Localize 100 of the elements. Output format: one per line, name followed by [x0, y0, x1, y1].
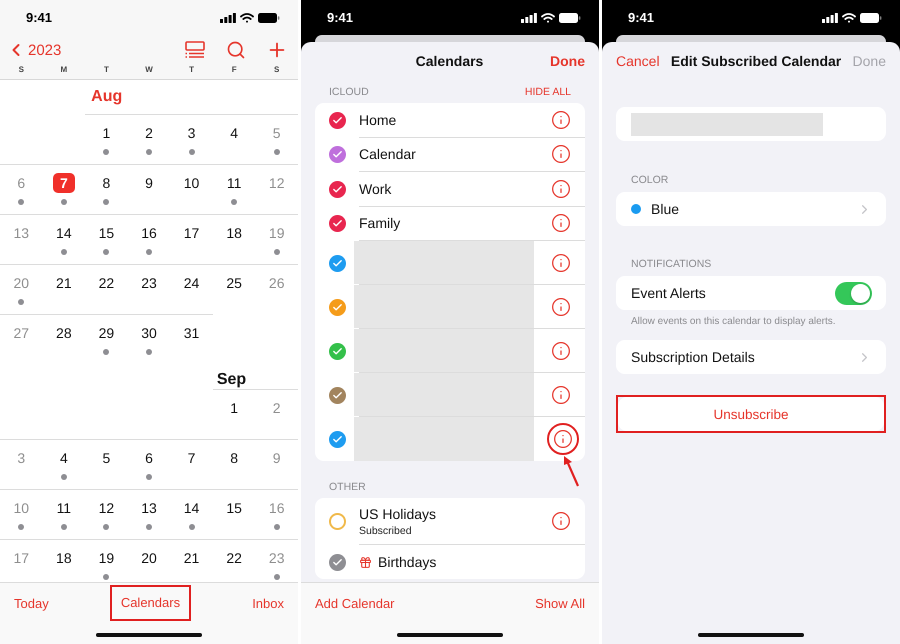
calendar-checkbox[interactable]: [328, 180, 346, 198]
day-number[interactable]: 11: [52, 498, 75, 518]
calendar-name: Home: [359, 112, 396, 128]
toolbar-button[interactable]: Inbox: [252, 596, 284, 610]
day-number[interactable]: 1: [223, 398, 246, 418]
check-icon: [332, 218, 342, 230]
status-time: 9:41: [26, 10, 52, 25]
day-number[interactable]: 22: [95, 273, 118, 293]
calendar-name: Work: [359, 180, 392, 197]
day-number[interactable]: 21: [52, 273, 75, 293]
battery-icon: [258, 12, 280, 22]
day-number[interactable]: 20: [138, 548, 160, 568]
signal-icon: [822, 12, 838, 22]
calendar-name: Birthdays: [378, 554, 436, 570]
day-number[interactable]: 6: [138, 448, 160, 468]
day-number[interactable]: 28: [52, 323, 75, 343]
calendar-checkbox[interactable]: [328, 342, 346, 360]
calendar-checkbox[interactable]: [328, 215, 346, 232]
day-number[interactable]: 21: [180, 548, 203, 568]
list-view-icon[interactable]: [184, 41, 206, 59]
day-number[interactable]: 15: [95, 223, 118, 243]
back-link[interactable]: 2023: [6, 40, 62, 60]
info-icon[interactable]: [551, 296, 571, 316]
calendar-subtitle: Subscribed: [359, 524, 413, 536]
day-number[interactable]: 19: [95, 548, 118, 568]
day-number[interactable]: 5: [95, 448, 118, 468]
calendar-checkbox[interactable]: [328, 298, 346, 316]
calendar-checkbox[interactable]: [328, 112, 346, 129]
day-number[interactable]: 24: [180, 273, 203, 293]
footer-button[interactable]: Show All: [535, 596, 585, 610]
gift-icon: [359, 556, 372, 568]
day-number[interactable]: 18: [223, 223, 246, 243]
day-number[interactable]: 23: [138, 273, 160, 293]
calendar-checkbox[interactable]: [328, 430, 346, 448]
hide-all-button[interactable]: HIDE ALL: [524, 86, 571, 98]
section-header: NOTIFICATIONS: [630, 258, 712, 270]
day-number[interactable]: 14: [52, 223, 75, 243]
battery-icon: [860, 12, 882, 22]
info-icon[interactable]: [551, 213, 571, 234]
info-icon[interactable]: [551, 178, 571, 199]
day-number[interactable]: 29: [95, 323, 118, 343]
info-icon[interactable]: [551, 144, 571, 164]
day-number[interactable]: 14: [180, 498, 203, 518]
check-icon: [332, 434, 342, 444]
day-number[interactable]: 15: [223, 498, 246, 518]
battery-icon: [559, 12, 581, 22]
day-number[interactable]: 18: [52, 548, 75, 568]
search-icon[interactable]: [226, 40, 246, 60]
day-number[interactable]: 8: [95, 173, 118, 193]
section-header: ICLOUD: [329, 86, 369, 98]
check-icon: [332, 258, 342, 268]
weekday-label: T: [189, 65, 194, 76]
day-number[interactable]: 31: [180, 323, 203, 343]
info-icon[interactable]: [551, 384, 571, 404]
day-number[interactable]: 11: [223, 173, 246, 193]
calendar-checkbox[interactable]: [328, 513, 346, 530]
footer-button[interactable]: Add Calendar: [315, 596, 394, 610]
check-icon: [332, 149, 342, 160]
day-number[interactable]: 30: [138, 323, 160, 343]
day-number[interactable]: 3: [180, 123, 203, 143]
calendar-checkbox[interactable]: [328, 554, 346, 570]
unsubscribe-button[interactable]: Unsubscribe: [618, 397, 884, 431]
cancel-button[interactable]: Cancel: [616, 53, 660, 69]
day-number[interactable]: 13: [138, 498, 160, 518]
day-number[interactable]: 7: [180, 448, 203, 468]
day-number[interactable]: 22: [223, 548, 246, 568]
calendar-checkbox[interactable]: [328, 254, 346, 272]
calendar-checkbox[interactable]: [328, 146, 346, 164]
day-number[interactable]: 1: [95, 123, 118, 143]
day-number[interactable]: 7: [52, 173, 75, 193]
wifi-icon: [842, 12, 856, 22]
weekday-label: T: [104, 65, 109, 76]
done-button[interactable]: Done: [550, 53, 585, 69]
day-number[interactable]: 8: [223, 448, 246, 468]
info-icon[interactable]: [553, 429, 573, 449]
check-icon: [332, 302, 342, 312]
info-icon[interactable]: [551, 511, 571, 531]
toolbar-button[interactable]: Today: [14, 596, 49, 610]
info-icon[interactable]: [551, 252, 571, 272]
day-number[interactable]: 16: [138, 223, 160, 243]
toolbar-button[interactable]: Calendars: [120, 595, 180, 610]
day-number[interactable]: 12: [95, 498, 118, 518]
section-header: COLOR: [630, 174, 670, 186]
day-number[interactable]: 17: [180, 223, 203, 243]
weekday-label: S: [18, 65, 24, 76]
color-row[interactable]: Blue: [616, 192, 886, 226]
calendar-checkbox[interactable]: [328, 386, 346, 404]
info-icon[interactable]: [551, 110, 571, 130]
day-number[interactable]: 25: [223, 273, 246, 293]
subscription-details-row[interactable]: Subscription Details: [616, 340, 886, 374]
event-alerts-toggle[interactable]: [835, 282, 872, 304]
day-number[interactable]: 10: [180, 173, 203, 193]
status-time: 9:41: [628, 10, 654, 25]
day-number[interactable]: 4: [223, 123, 246, 143]
day-number[interactable]: 9: [138, 173, 160, 193]
info-icon[interactable]: [551, 340, 571, 360]
name-field[interactable]: [616, 107, 886, 141]
day-number[interactable]: 2: [138, 123, 160, 143]
calendar-name: US Holidays: [359, 506, 436, 522]
day-number[interactable]: 4: [52, 448, 75, 468]
